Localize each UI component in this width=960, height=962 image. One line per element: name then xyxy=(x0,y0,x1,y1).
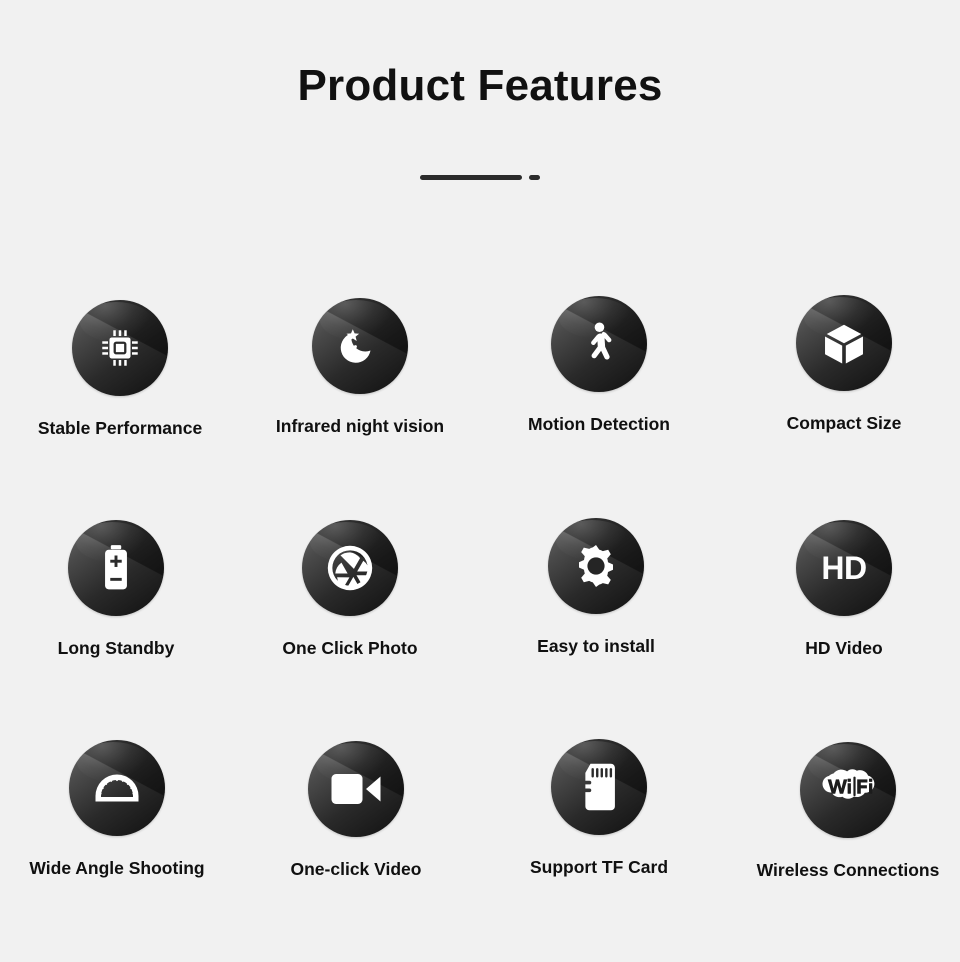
feature-item-motion-detection[interactable]: Motion Detection xyxy=(479,296,719,516)
feature-item-hd-video[interactable]: HD HD Video xyxy=(724,520,960,740)
product-features-page: Product Features Stable Performance Infr… xyxy=(0,0,960,960)
icon-circle xyxy=(68,520,164,616)
feature-item-wireless-connections[interactable]: Wireless Connections xyxy=(728,742,960,962)
feature-label: Motion Detection xyxy=(528,414,670,434)
icon-circle xyxy=(312,298,408,394)
feature-item-one-click-video[interactable]: One-click Video xyxy=(236,741,476,961)
page-title: Product Features xyxy=(297,61,663,110)
protractor-icon xyxy=(89,760,145,816)
wifi-logo-icon xyxy=(816,767,880,813)
video-camera-icon xyxy=(328,761,384,817)
feature-label: HD Video xyxy=(805,638,883,658)
feature-item-compact-size[interactable]: Compact Size xyxy=(724,295,960,515)
feature-item-one-click-photo[interactable]: One Click Photo xyxy=(230,520,470,740)
page-header: Product Features xyxy=(0,0,960,113)
icon-circle xyxy=(548,518,644,614)
feature-label: Easy to install xyxy=(537,636,655,656)
feature-row: Wide Angle Shooting One-click Video Supp… xyxy=(0,739,960,962)
icon-circle xyxy=(302,520,398,616)
feature-item-infrared-night-vision[interactable]: Infrared night vision xyxy=(240,298,480,518)
feature-item-stable-performance[interactable]: Stable Performance xyxy=(0,300,240,520)
camera-aperture-icon xyxy=(322,540,378,596)
feature-label: Infrared night vision xyxy=(275,416,445,436)
feature-label: Long Standby xyxy=(57,638,175,658)
microsd-card-icon xyxy=(571,759,627,815)
feature-label: One Click Photo xyxy=(282,638,418,658)
icon-circle xyxy=(800,742,896,838)
gear-icon xyxy=(568,538,624,594)
moon-stars-icon xyxy=(332,318,388,374)
feature-label: One-click Video xyxy=(290,859,422,879)
cube-icon xyxy=(816,315,872,371)
icon-circle: HD xyxy=(796,520,892,616)
feature-label: Wireless Connections xyxy=(756,860,940,880)
feature-label: Compact Size xyxy=(786,413,902,433)
divider-long-dash xyxy=(420,174,522,180)
icon-circle xyxy=(551,296,647,392)
icon-circle xyxy=(551,739,647,835)
title-divider xyxy=(0,172,960,182)
icon-circle xyxy=(72,300,168,396)
feature-row: Stable Performance Infrared night vision xyxy=(0,295,960,520)
feature-item-wide-angle-shooting[interactable]: Wide Angle Shooting xyxy=(0,740,237,960)
icon-circle xyxy=(69,740,165,836)
icon-circle xyxy=(796,295,892,391)
feature-item-easy-to-install[interactable]: Easy to install xyxy=(476,518,716,738)
cpu-chip-icon xyxy=(92,320,148,376)
feature-label: Support TF Card xyxy=(529,857,669,877)
feature-grid: Stable Performance Infrared night vision xyxy=(0,295,960,962)
battery-icon xyxy=(88,540,144,596)
walking-person-icon xyxy=(571,316,627,372)
divider-short-dash xyxy=(529,174,540,180)
feature-label: Stable Performance xyxy=(37,418,203,438)
icon-circle xyxy=(308,741,404,837)
feature-item-support-tf-card[interactable]: Support TF Card xyxy=(479,739,719,959)
feature-item-long-standby[interactable]: Long Standby xyxy=(0,520,236,740)
feature-label: Wide Angle Shooting xyxy=(29,858,205,878)
feature-row: Long Standby One Click Photo Easy to ins… xyxy=(0,518,960,740)
hd-text-icon: HD xyxy=(821,550,867,586)
